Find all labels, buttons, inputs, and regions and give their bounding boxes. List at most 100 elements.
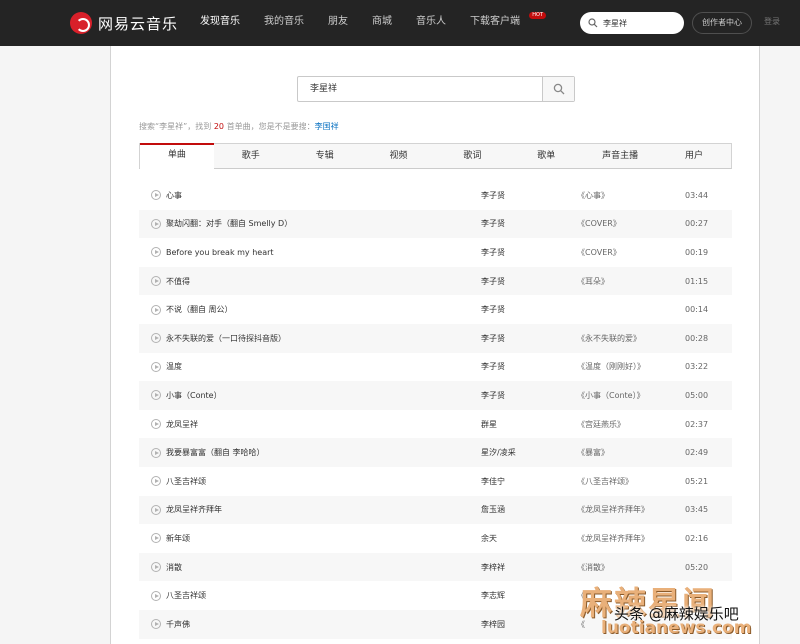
- song-album[interactable]: 《暴富》: [577, 447, 609, 458]
- song-album[interactable]: 《温度（刚刚好）》: [577, 361, 645, 372]
- play-icon[interactable]: [151, 247, 161, 258]
- play-icon[interactable]: [151, 619, 161, 630]
- netease-music-logo-icon: [70, 12, 92, 34]
- song-row[interactable]: 永不失联的爱（一口待探抖音版） 李子贤 《永不失联的爱》 00:28: [139, 323, 732, 353]
- song-title[interactable]: 千声佛: [166, 619, 190, 630]
- tab-users[interactable]: 用户: [657, 144, 731, 168]
- song-artist[interactable]: 群星: [481, 419, 497, 430]
- play-icon[interactable]: [151, 419, 161, 430]
- song-title[interactable]: 新年颂: [166, 533, 190, 544]
- song-artist[interactable]: 李佳宁: [481, 476, 505, 487]
- song-artist[interactable]: 李志辉: [481, 590, 505, 601]
- song-title[interactable]: 我要暴富富（翻自 李哈哈）: [166, 447, 265, 458]
- song-artist[interactable]: 李子贤: [481, 361, 505, 372]
- song-artist[interactable]: 李梓园: [481, 619, 505, 630]
- song-artist[interactable]: 李子贤: [481, 304, 505, 315]
- play-icon[interactable]: [151, 333, 161, 344]
- song-title[interactable]: 八圣吉祥颂: [166, 476, 206, 487]
- nav-item-friends[interactable]: 朋友: [316, 0, 360, 46]
- tab-playlists[interactable]: 歌单: [509, 144, 583, 168]
- play-icon[interactable]: [151, 361, 161, 372]
- song-album[interactable]: 《龙凤呈祥齐拜年》: [577, 504, 649, 515]
- nav-item-store[interactable]: 商城: [360, 0, 404, 46]
- tab-videos[interactable]: 视频: [362, 144, 436, 168]
- song-album[interactable]: 《心事》: [577, 190, 609, 201]
- watermark-url: luotianews.com: [601, 618, 752, 638]
- play-icon[interactable]: [151, 390, 161, 401]
- play-icon[interactable]: [151, 447, 161, 458]
- song-album[interactable]: 《永不失联的爱》: [577, 333, 641, 344]
- song-title[interactable]: 八圣吉祥颂: [166, 590, 206, 601]
- tab-artists[interactable]: 歌手: [214, 144, 288, 168]
- song-title[interactable]: 聚劫闪翻：对手（翻自 Smelly D）: [166, 218, 292, 229]
- song-artist[interactable]: 李子贤: [481, 276, 505, 287]
- nav-item-download[interactable]: 下载客户端 HOT: [458, 0, 546, 46]
- song-album[interactable]: 《COVER》: [577, 218, 621, 229]
- song-row[interactable]: 我要暴富富（翻自 李哈哈） 星汐/凌采 《暴富》 02:49: [139, 438, 732, 467]
- song-artist[interactable]: 李梓祥: [481, 562, 505, 573]
- song-artist[interactable]: 李子贤: [481, 390, 505, 401]
- creator-center-button[interactable]: 创作者中心: [692, 12, 752, 34]
- song-title[interactable]: 不值得: [166, 276, 190, 287]
- play-icon[interactable]: [151, 504, 161, 515]
- search-icon: [588, 18, 598, 28]
- song-album[interactable]: 《八圣吉祥颂》: [577, 476, 633, 487]
- tab-lyrics[interactable]: 歌词: [436, 144, 510, 168]
- song-album[interactable]: 《耳朵》: [577, 276, 609, 287]
- song-album[interactable]: 《宫廷燕乐》: [577, 419, 625, 430]
- song-row[interactable]: 龙凤呈祥 群星 《宫廷燕乐》 02:37: [139, 410, 732, 439]
- song-row[interactable]: 龙凤呈祥齐拜年 詹玉涵 《龙凤呈祥齐拜年》 03:45: [139, 495, 732, 525]
- play-icon[interactable]: [151, 276, 161, 287]
- song-title[interactable]: 小事（Conte）: [166, 390, 222, 401]
- nav-item-discover[interactable]: 发现音乐: [188, 0, 252, 46]
- play-icon[interactable]: [151, 190, 161, 201]
- song-album[interactable]: 《消散》: [577, 562, 609, 573]
- song-artist[interactable]: 李子贤: [481, 218, 505, 229]
- song-row[interactable]: 不值得 李子贤 《耳朵》 01:15: [139, 266, 732, 296]
- summary-prefix: 搜索“李星祥”，找到: [139, 122, 214, 131]
- song-title[interactable]: 龙凤呈祥齐拜年: [166, 504, 222, 515]
- song-album[interactable]: 《小事（Conte）》: [577, 390, 645, 401]
- suggestion-link[interactable]: 李国祥: [315, 122, 339, 131]
- song-artist[interactable]: 李子贤: [481, 190, 505, 201]
- login-link[interactable]: 登录: [764, 16, 780, 27]
- tab-albums[interactable]: 专辑: [288, 144, 362, 168]
- tab-songs[interactable]: 单曲: [140, 143, 214, 169]
- play-icon[interactable]: [151, 304, 161, 315]
- search-box[interactable]: 李星祥: [297, 76, 575, 102]
- song-title[interactable]: 永不失联的爱（一口待探抖音版）: [166, 333, 286, 344]
- song-duration: 00:19: [685, 247, 709, 257]
- nav-item-musician[interactable]: 音乐人: [404, 0, 458, 46]
- song-artist[interactable]: 李子贤: [481, 247, 505, 258]
- play-icon[interactable]: [151, 562, 161, 573]
- song-title[interactable]: 温度: [166, 361, 182, 372]
- song-title[interactable]: Before you break my heart: [166, 248, 274, 257]
- song-artist[interactable]: 星汐/凌采: [481, 447, 516, 458]
- song-album[interactable]: 《COVER》: [577, 247, 621, 258]
- search-button[interactable]: [542, 77, 574, 101]
- song-row[interactable]: 心事 李子贤 《心事》 03:44: [139, 181, 732, 210]
- song-row[interactable]: Before you break my heart 李子贤 《COVER》 00:19: [139, 238, 732, 267]
- song-title[interactable]: 不说（翻自 周公）: [166, 304, 233, 315]
- song-row[interactable]: 八圣吉祥颂 李佳宁 《八圣吉祥颂》 05:21: [139, 467, 732, 496]
- play-icon[interactable]: [151, 533, 161, 544]
- play-icon[interactable]: [151, 476, 161, 487]
- play-icon[interactable]: [151, 218, 161, 229]
- song-album[interactable]: 《龙凤呈祥齐拜年》: [577, 533, 649, 544]
- top-search-input[interactable]: 李星祥: [580, 12, 684, 34]
- play-icon[interactable]: [151, 590, 161, 601]
- song-title[interactable]: 心事: [166, 190, 182, 201]
- song-artist[interactable]: 李子贤: [481, 333, 505, 344]
- nav-item-my-music[interactable]: 我的音乐: [252, 0, 316, 46]
- song-title[interactable]: 龙凤呈祥: [166, 419, 198, 430]
- song-row[interactable]: 不说（翻自 周公） 李子贤 00:14: [139, 295, 732, 324]
- tab-podcasters[interactable]: 声音主播: [583, 144, 657, 168]
- logo[interactable]: 网易云音乐: [70, 11, 178, 35]
- song-title[interactable]: 消散: [166, 562, 182, 573]
- song-artist[interactable]: 余天: [481, 533, 497, 544]
- song-row[interactable]: 小事（Conte） 李子贤 《小事（Conte）》 05:00: [139, 381, 732, 410]
- song-artist[interactable]: 詹玉涵: [481, 504, 505, 515]
- song-row[interactable]: 聚劫闪翻：对手（翻自 Smelly D） 李子贤 《COVER》 00:27: [139, 209, 732, 239]
- song-row[interactable]: 温度 李子贤 《温度（刚刚好）》 03:22: [139, 353, 732, 382]
- song-row[interactable]: 新年颂 余天 《龙凤呈祥齐拜年》 02:16: [139, 524, 732, 553]
